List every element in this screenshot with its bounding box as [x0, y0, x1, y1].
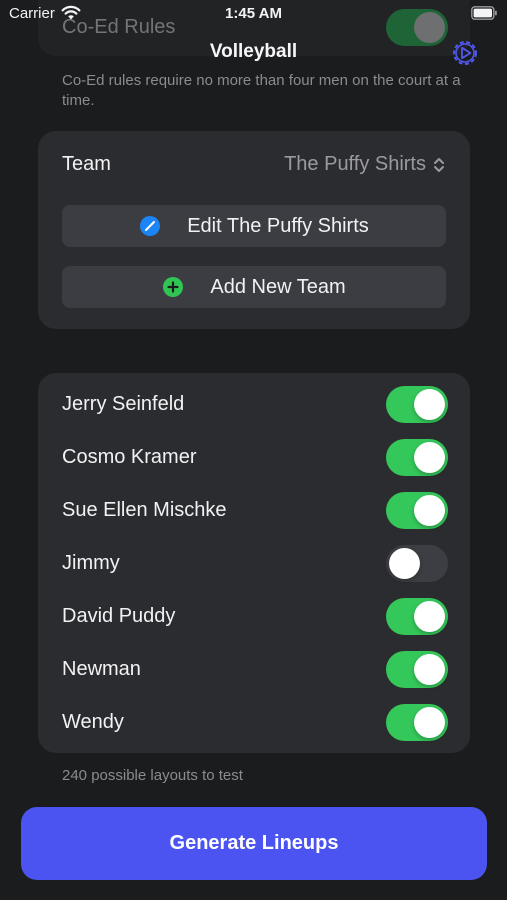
- player-name: Cosmo Kramer: [62, 446, 197, 468]
- team-card: Team The Puffy Shirts Edit The Puffy Shi…: [38, 131, 470, 329]
- layouts-count-label: 240 possible layouts to test: [62, 767, 243, 784]
- coed-rules-footer: Co-Ed rules require no more than four me…: [62, 72, 461, 109]
- player-row: Cosmo Kramer: [38, 431, 470, 484]
- toggle-knob: [414, 707, 445, 738]
- toggle-knob: [414, 495, 445, 526]
- players-card: Jerry Seinfeld Cosmo Kramer Sue Ellen Mi…: [38, 373, 470, 753]
- player-toggle[interactable]: [386, 386, 448, 423]
- player-name: David Puddy: [62, 605, 176, 627]
- screen: Co-Ed Rules Carrier 1:45 AM Volleyball C…: [0, 0, 507, 900]
- generate-lineups-label: Generate Lineups: [169, 832, 339, 854]
- player-toggle[interactable]: [386, 651, 448, 688]
- toggle-knob: [389, 548, 420, 579]
- toggle-knob: [414, 654, 445, 685]
- add-team-button[interactable]: Add New Team: [62, 266, 446, 308]
- player-row: Newman: [38, 643, 470, 696]
- battery-icon: [471, 6, 497, 20]
- nav-title: Volleyball: [209, 41, 298, 62]
- toggle-knob: [414, 389, 445, 420]
- player-row: Sue Ellen Mischke: [38, 484, 470, 537]
- add-team-label: Add New Team: [210, 275, 346, 298]
- player-row: Jerry Seinfeld: [38, 378, 470, 431]
- player-toggle[interactable]: [386, 492, 448, 529]
- settings-play-icon[interactable]: [449, 37, 481, 69]
- player-toggle[interactable]: [386, 704, 448, 741]
- player-toggle[interactable]: [386, 545, 448, 582]
- chevron-up-down-icon: [434, 157, 444, 172]
- edit-team-button[interactable]: Edit The Puffy Shirts: [62, 205, 446, 247]
- team-picker[interactable]: The Puffy Shirts: [284, 153, 446, 176]
- player-toggle[interactable]: [386, 439, 448, 476]
- player-row: David Puddy: [38, 590, 470, 643]
- team-picker-value: The Puffy Shirts: [284, 153, 426, 175]
- edit-team-label: Edit The Puffy Shirts: [187, 214, 369, 237]
- pencil-circle-icon: [140, 216, 161, 236]
- status-time: 1:45 AM: [225, 5, 282, 22]
- player-name: Jerry Seinfeld: [62, 393, 185, 415]
- toggle-knob: [414, 601, 445, 632]
- player-name: Sue Ellen Mischke: [62, 499, 227, 521]
- player-name: Jimmy: [62, 552, 120, 574]
- generate-lineups-button[interactable]: Generate Lineups: [21, 807, 487, 880]
- plus-circle-icon: [163, 277, 184, 297]
- player-name: Newman: [62, 658, 141, 680]
- player-row: Wendy: [38, 696, 470, 749]
- player-toggle[interactable]: [386, 598, 448, 635]
- player-row: Jimmy: [38, 537, 470, 590]
- player-name: Wendy: [62, 711, 124, 733]
- status-bar: Carrier 1:45 AM: [0, 0, 507, 28]
- toggle-knob: [414, 442, 445, 473]
- team-label: Team: [62, 153, 111, 175]
